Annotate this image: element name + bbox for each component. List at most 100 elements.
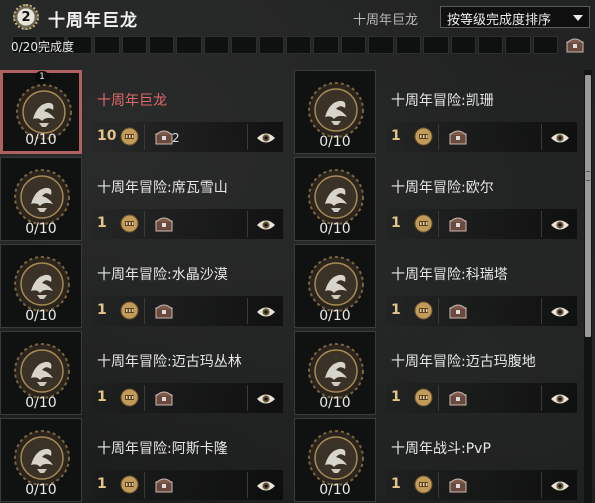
achievement-icon[interactable]: 0/10 [0, 331, 82, 415]
dragon-medal-icon [13, 429, 71, 487]
reward-chest-icon[interactable] [448, 128, 468, 146]
divider [144, 298, 145, 324]
achievement-card[interactable]: 0/10 十周年战斗:PvP 1 [294, 418, 577, 502]
achievement-icon[interactable]: 0/10 [0, 418, 82, 502]
reward-bar: 1 [386, 383, 577, 413]
achievement-name: 十周年冒险:迈古玛腹地 [391, 354, 536, 370]
progress-segment [395, 36, 422, 54]
dragon-medal-icon [13, 342, 71, 400]
progress-segment [176, 36, 202, 54]
progress-segment [340, 36, 367, 54]
eye-icon[interactable] [550, 478, 570, 492]
achievement-points: 1 [391, 128, 401, 144]
reward-chest-icon[interactable] [448, 302, 468, 320]
reward-chest-icon[interactable] [565, 36, 585, 54]
reward-chest-icon[interactable] [154, 389, 174, 407]
mastery-coin-icon [414, 214, 433, 233]
achievement-name: 十周年冒险:席瓦雪山 [97, 180, 228, 196]
progress-segment [203, 36, 230, 54]
eye-icon[interactable] [256, 478, 276, 492]
reward-chest-icon[interactable] [448, 389, 468, 407]
achievement-name: 十周年冒险:阿斯卡隆 [97, 441, 228, 457]
achievement-icon[interactable]: 0/10 [0, 157, 82, 241]
eye-icon[interactable] [256, 217, 276, 231]
scrollbar-thumb[interactable] [585, 75, 591, 337]
achievement-progress-count: 0/10 [319, 134, 351, 150]
achievement-points: 1 [391, 476, 401, 492]
eye-icon[interactable] [256, 304, 276, 318]
eye-icon[interactable] [550, 304, 570, 318]
achievement-points: 1 [97, 476, 107, 492]
achievement-icon[interactable]: 1 0/10 [0, 70, 82, 154]
eye-icon[interactable] [550, 130, 570, 144]
eye-icon[interactable] [550, 217, 570, 231]
sort-dropdown-label: 按等级完成度排序 [447, 13, 552, 28]
reward-bar: 1 [386, 209, 577, 239]
progress-segment [286, 36, 312, 54]
achievement-card[interactable]: 0/10 十周年冒险:迈古玛腹地 1 [294, 331, 577, 415]
achievement-card[interactable]: 1 0/10 十周年巨龙 10 2 [0, 70, 283, 154]
mastery-coin-icon [120, 388, 139, 407]
category-progress: 0/20完成度 [0, 36, 595, 56]
reward-bar: 1 [92, 470, 283, 500]
achievement-icon[interactable]: 0/10 [294, 418, 376, 502]
divider [247, 298, 248, 324]
achievement-card[interactable]: 0/10 十周年冒险:欧尔 1 [294, 157, 577, 241]
eye-icon[interactable] [256, 130, 276, 144]
eye-icon[interactable] [550, 391, 570, 405]
dragon-medal-icon [13, 168, 71, 226]
achievement-list: 1 0/10 十周年巨龙 10 2 0/10 十周年冒险:凯珊 1 0/10 十… [0, 70, 580, 503]
progress-segment [477, 36, 504, 54]
reward-bar: 1 [386, 122, 577, 152]
dragon-medal-icon [307, 429, 365, 487]
achievement-name: 十周年战斗:PvP [391, 441, 491, 457]
reward-chest-icon[interactable] [154, 476, 174, 494]
mastery-coin-icon [120, 301, 139, 320]
divider [144, 385, 145, 411]
achievement-card[interactable]: 0/10 十周年冒险:阿斯卡隆 1 [0, 418, 283, 502]
achievement-icon[interactable]: 0/10 [294, 157, 376, 241]
progress-segment [121, 36, 148, 54]
achievement-points: 1 [391, 215, 401, 231]
divider [541, 298, 542, 324]
achievement-icon[interactable]: 0/10 [0, 244, 82, 328]
reward-chest-icon[interactable] [154, 215, 174, 233]
category-label: 十周年巨龙 [353, 13, 419, 28]
divider [438, 124, 439, 150]
achievement-icon[interactable]: 0/10 [294, 244, 376, 328]
dragon-medal-icon [307, 255, 365, 313]
reward-chest-icon[interactable] [154, 128, 174, 146]
eye-icon[interactable] [256, 391, 276, 405]
achievement-card[interactable]: 0/10 十周年冒险:科瑞塔 1 [294, 244, 577, 328]
achievement-card[interactable]: 0/10 十周年冒险:水晶沙漠 1 [0, 244, 283, 328]
progress-segment [423, 36, 449, 54]
achievement-progress-count: 0/10 [25, 221, 57, 237]
page-title: 十周年巨龙 [48, 11, 138, 31]
reward-bar: 1 [92, 209, 283, 239]
achievement-icon[interactable]: 0/10 [294, 331, 376, 415]
progress-segment [532, 36, 559, 54]
divider [144, 472, 145, 498]
achievement-card[interactable]: 0/10 十周年冒险:迈古玛丛林 1 [0, 331, 283, 415]
mastery-coin-icon [414, 388, 433, 407]
achievement-name: 十周年巨龙 [97, 93, 167, 109]
divider [247, 472, 248, 498]
reward-chest-icon[interactable] [154, 302, 174, 320]
achievement-name: 十周年冒险:欧尔 [391, 180, 494, 196]
mastery-coin-icon [414, 127, 433, 146]
mastery-coin-icon [414, 475, 433, 494]
reward-bar: 1 [92, 383, 283, 413]
progress-segment [450, 36, 476, 54]
achievement-progress-count: 0/10 [319, 395, 351, 411]
achievement-points: 1 [97, 215, 107, 231]
progress-segment [231, 36, 257, 54]
reward-chest-icon[interactable] [448, 476, 468, 494]
divider [541, 211, 542, 237]
sort-dropdown[interactable]: 按等级完成度排序 [440, 6, 590, 28]
scrollbar[interactable] [584, 70, 592, 503]
achievement-card[interactable]: 0/10 十周年冒险:席瓦雪山 1 [0, 157, 283, 241]
divider [438, 211, 439, 237]
achievement-icon[interactable]: 0/10 [294, 70, 376, 154]
achievement-card[interactable]: 0/10 十周年冒险:凯珊 1 [294, 70, 577, 154]
reward-chest-icon[interactable] [448, 215, 468, 233]
